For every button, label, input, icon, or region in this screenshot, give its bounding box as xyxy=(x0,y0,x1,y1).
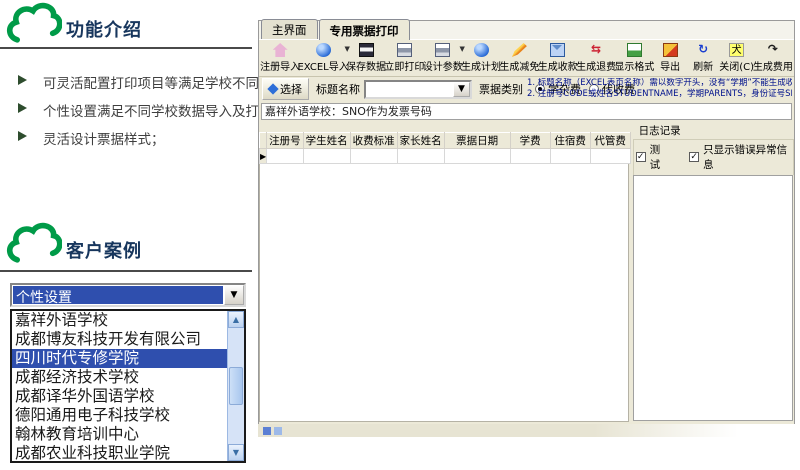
feature-bullet-text: 个性设置满足不同学校数据导入及打印 xyxy=(43,100,273,120)
chevron-down-icon[interactable]: ▼ xyxy=(224,285,244,305)
list-item-selected[interactable]: 四川时代专修学院 xyxy=(12,349,227,368)
checkbox-errors-only-icon[interactable]: ✓ xyxy=(689,152,699,162)
excel-import-button[interactable]: ▼ EXCEL导入 xyxy=(299,41,347,75)
hint-line-2: 2. 注册号CODE或姓名STUDENTNAME，学期PARENTS，身份证号S… xyxy=(527,89,792,100)
print-now-button[interactable]: 立即打印 xyxy=(385,41,423,75)
grid-empty-area xyxy=(259,164,629,422)
list-item[interactable]: 嘉祥外语学校 xyxy=(12,311,227,330)
column-header[interactable]: 票据日期 xyxy=(444,133,510,149)
list-item[interactable]: 德阳通用电子科技学校 xyxy=(12,406,227,425)
tab-ticket-print[interactable]: 专用票据打印 xyxy=(319,19,410,40)
close-runner-icon: 犬 xyxy=(729,43,744,57)
column-header[interactable]: 学生姓名 xyxy=(303,133,350,149)
format-doc-icon xyxy=(627,43,642,57)
plan-ball-icon xyxy=(474,43,489,57)
hint-text: 1. 标题名称（EXCEL表页名称）需以数字开头，没有“学期”不能生成收款记录 … xyxy=(527,78,792,99)
column-header[interactable]: 学费 xyxy=(510,133,550,149)
close-button[interactable]: 犬 关闭(C) xyxy=(720,41,754,75)
column-header[interactable]: 代管费 xyxy=(590,133,630,149)
hint-line-1: 1. 标题名称（EXCEL表页名称）需以数字开头，没有“学期”不能生成收款记录 xyxy=(527,78,792,89)
checkbox-errors-only-label: 只显示错误异常信息 xyxy=(703,142,791,172)
mini-icon xyxy=(274,427,282,435)
list-item[interactable]: 成都农业科技职业学院 xyxy=(12,444,227,461)
printer-params-icon xyxy=(435,43,450,57)
cases-dropdown-value: 个性设置 xyxy=(13,286,223,304)
floppy-save-icon xyxy=(359,43,374,57)
app-window: 主界面 专用票据打印 注册导入 ▼ EXCEL导入 保存数据 立即打印 ▼ 设计… xyxy=(258,20,795,424)
column-header[interactable]: 住宿费 xyxy=(550,133,590,149)
refund-arrows-icon: ⇆ xyxy=(589,43,604,57)
feature-bullet-text: 可灵活配置打印项目等满足学校不同需 xyxy=(43,72,273,92)
diamond-icon xyxy=(267,83,278,94)
list-item[interactable]: 成都经济技术学校 xyxy=(12,368,227,387)
log-list[interactable] xyxy=(633,175,793,421)
work-area: 注册号 学生姓名 收费标准 家长姓名 票据日期 学费 住宿费 代管费 ▶ 日志记… xyxy=(259,122,794,422)
cases-dropdown[interactable]: 个性设置 ▼ xyxy=(10,283,246,307)
bullet-arrow-icon xyxy=(18,103,27,113)
generate-payment-button[interactable]: 生成收款 xyxy=(539,41,577,75)
cloud-logo xyxy=(6,222,62,266)
generate-fee-button[interactable]: ↷ 生成费用 xyxy=(754,41,792,75)
bottom-fade-strip xyxy=(258,424,738,437)
filter-row: 选择 标题名称 ▼ 票据类别 学杂费 代收费 1. 标题名称（EXCEL表页名称… xyxy=(259,77,794,101)
export-button[interactable]: 导出 xyxy=(654,41,687,75)
scroll-thumb[interactable] xyxy=(229,367,243,405)
title-name-label: 标题名称 xyxy=(316,81,360,97)
generate-plan-button[interactable]: 生成计划 xyxy=(462,41,500,75)
feature-bullet-text: 灵活设计票据样式； xyxy=(43,128,165,148)
bullet-arrow-icon xyxy=(18,131,27,141)
select-button[interactable]: 选择 xyxy=(262,78,309,100)
fee-arrow-icon: ↷ xyxy=(765,43,780,57)
save-data-button[interactable]: 保存数据 xyxy=(347,41,385,75)
refresh-button[interactable]: ↻ 刷新 xyxy=(687,41,720,75)
refresh-icon: ↻ xyxy=(696,43,711,57)
cloud-logo xyxy=(6,2,62,46)
register-import-button[interactable]: 注册导入 xyxy=(261,41,299,75)
title-name-combobox[interactable]: ▼ xyxy=(364,80,472,99)
list-item[interactable]: 成都博友科技开发有限公司 xyxy=(12,330,227,349)
printer-icon xyxy=(397,43,412,57)
cases-listbox[interactable]: 嘉祥外语学校 成都博友科技开发有限公司 四川时代专修学院 成都经济技术学校 成都… xyxy=(10,309,246,463)
scrollbar[interactable]: ▲ ▼ xyxy=(227,311,244,461)
row-marker-icon: ▶ xyxy=(260,149,267,164)
house-icon xyxy=(273,43,288,57)
mini-icon xyxy=(263,427,271,435)
tab-main[interactable]: 主界面 xyxy=(261,19,318,39)
features-title: 功能介绍 xyxy=(66,16,142,42)
divider xyxy=(0,47,252,49)
checkbox-test-label: 测试 xyxy=(650,142,670,172)
toolbar: 注册导入 ▼ EXCEL导入 保存数据 立即打印 ▼ 设计参数 生成计划 生成减… xyxy=(259,40,794,77)
column-header[interactable]: 家长姓名 xyxy=(397,133,444,149)
display-format-button[interactable]: 显示格式 xyxy=(615,41,653,75)
scroll-down-icon[interactable]: ▼ xyxy=(228,444,244,461)
title-name-value xyxy=(366,82,453,97)
export-icon xyxy=(663,43,678,57)
divider xyxy=(0,270,252,272)
log-checkboxes: ✓ 测试 ✓ 只显示错误异常信息 xyxy=(633,139,794,175)
pencil-icon xyxy=(512,43,527,57)
list-item[interactable]: 翰林教育培训中心 xyxy=(12,425,227,444)
import-ball-icon xyxy=(316,43,331,57)
data-grid: 注册号 学生姓名 收费标准 家长姓名 票据日期 学费 住宿费 代管费 ▶ xyxy=(259,122,631,422)
checkbox-test-icon[interactable]: ✓ xyxy=(636,152,646,162)
status-bar: 嘉祥外语学校：SNO作为发票号码 xyxy=(261,103,792,120)
envelope-icon xyxy=(550,43,565,57)
tab-bar: 主界面 专用票据打印 xyxy=(259,21,794,40)
design-params-button[interactable]: ▼ 设计参数 xyxy=(424,41,462,75)
row-selector-header xyxy=(260,133,267,149)
table-row[interactable]: ▶ xyxy=(260,149,631,164)
ticket-category-label: 票据类别 xyxy=(479,81,523,97)
chevron-down-icon[interactable]: ▼ xyxy=(453,82,470,97)
cases-title: 客户案例 xyxy=(66,237,142,263)
scroll-up-icon[interactable]: ▲ xyxy=(228,311,244,328)
log-title: 日志记录 xyxy=(633,122,794,139)
column-header[interactable]: 注册号 xyxy=(267,133,304,149)
generate-refund-button[interactable]: ⇆ 生成退费 xyxy=(577,41,615,75)
generate-waiver-button[interactable]: 生成减免 xyxy=(500,41,538,75)
column-header[interactable]: 收费标准 xyxy=(350,133,397,149)
log-panel: 日志记录 ✓ 测试 ✓ 只显示错误异常信息 xyxy=(633,122,794,422)
list-item[interactable]: 成都译华外国语学校 xyxy=(12,387,227,406)
bullet-arrow-icon xyxy=(18,75,27,85)
